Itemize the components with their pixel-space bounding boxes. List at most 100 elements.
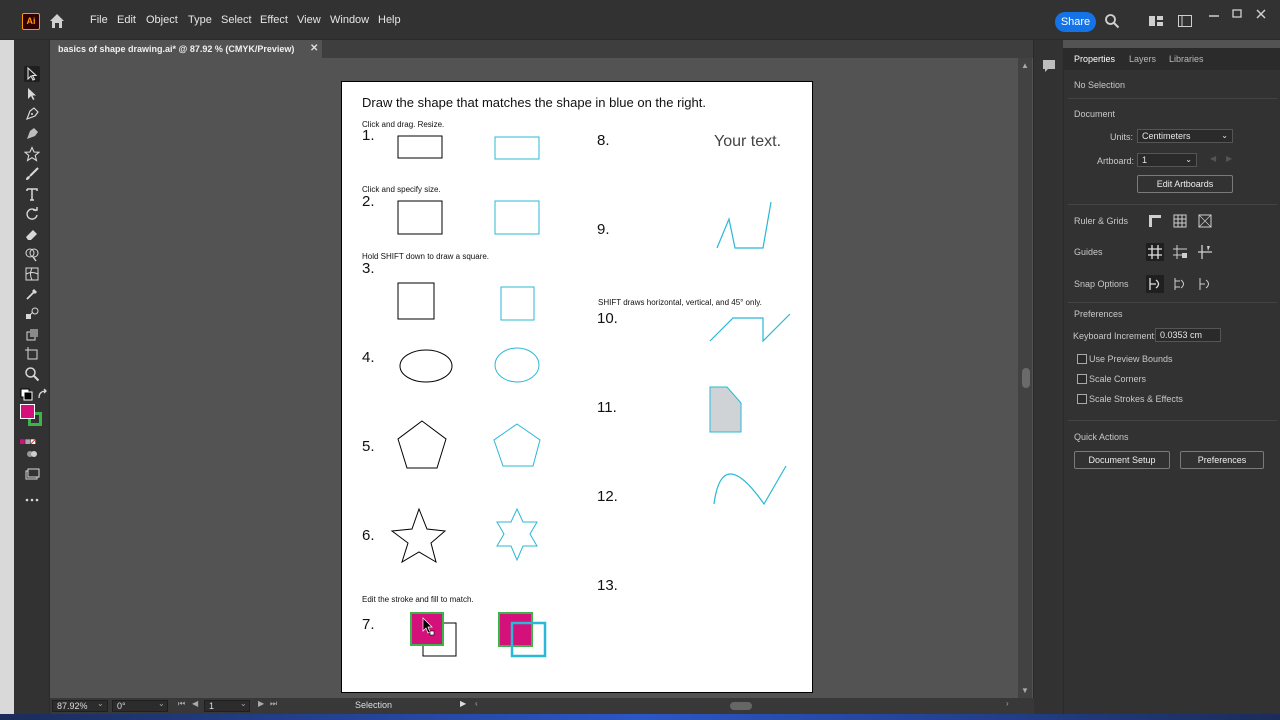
- eyedropper-tool-icon[interactable]: [24, 286, 40, 302]
- artboard-select[interactable]: 1 ⌄: [1137, 153, 1197, 167]
- target-front-square[interactable]: [498, 612, 533, 647]
- tab-layers[interactable]: Layers: [1129, 54, 1156, 64]
- snap-to-grid-icon[interactable]: [1171, 275, 1189, 293]
- vertical-scrollbar[interactable]: ▲ ▼: [1018, 58, 1032, 698]
- selection-tool-icon[interactable]: [24, 66, 40, 82]
- target-clipped-rectangle[interactable]: [709, 386, 742, 433]
- rotate-tool-icon[interactable]: [24, 206, 40, 222]
- drawn-square[interactable]: [397, 282, 435, 320]
- artboard-tool-icon[interactable]: [24, 346, 40, 362]
- next-artboard-icon[interactable]: ▶: [1226, 154, 1232, 163]
- maximize-icon[interactable]: [1229, 6, 1245, 22]
- target-ellipse[interactable]: [494, 347, 540, 383]
- drawn-star[interactable]: [390, 507, 447, 564]
- document-tab[interactable]: basics of shape drawing.ai* @ 87.92 % (C…: [50, 40, 322, 58]
- drawn-rectangle-2[interactable]: [397, 200, 443, 235]
- zoom-tool-icon[interactable]: [24, 366, 40, 382]
- shape-builder-tool-icon[interactable]: [24, 246, 40, 262]
- target-pentagon[interactable]: [493, 423, 541, 467]
- menu-type[interactable]: Type: [188, 14, 212, 26]
- menu-help[interactable]: Help: [378, 14, 401, 26]
- scale-strokes-effects-checkbox[interactable]: [1077, 394, 1087, 404]
- menu-edit[interactable]: Edit: [117, 14, 136, 26]
- minimize-icon[interactable]: [1206, 6, 1222, 22]
- comments-icon[interactable]: [1041, 58, 1057, 74]
- drawing-mode-icon[interactable]: [24, 446, 40, 462]
- color-mode-icons[interactable]: [20, 434, 44, 445]
- arrange-documents-icon[interactable]: [1148, 13, 1164, 29]
- type-tool-icon[interactable]: [24, 186, 40, 202]
- fill-stroke-swatches[interactable]: [20, 404, 50, 430]
- close-tab-icon[interactable]: ✕: [310, 40, 318, 58]
- smart-guides-icon[interactable]: [1196, 243, 1214, 261]
- default-colors-icon[interactable]: [20, 388, 36, 404]
- scroll-up-icon[interactable]: ▲: [1021, 61, 1029, 70]
- chevron-down-icon[interactable]: ⌄: [158, 699, 165, 708]
- units-select[interactable]: Centimeters ⌄: [1137, 129, 1233, 143]
- symbol-sprayer-tool-icon[interactable]: [24, 326, 40, 342]
- use-preview-bounds-checkbox[interactable]: [1077, 354, 1087, 364]
- document-setup-button[interactable]: Document Setup: [1074, 451, 1170, 469]
- menu-file[interactable]: File: [90, 14, 108, 26]
- transparency-grid-icon[interactable]: [1196, 212, 1214, 230]
- eraser-tool-icon[interactable]: [24, 226, 40, 242]
- vertical-scroll-thumb[interactable]: [1022, 368, 1030, 388]
- tab-libraries[interactable]: Libraries: [1169, 54, 1204, 64]
- gradient-mesh-tool-icon[interactable]: [24, 266, 40, 282]
- previous-artboard-icon[interactable]: ◀: [192, 699, 198, 708]
- target-six-point-star[interactable]: [496, 507, 538, 562]
- scroll-down-icon[interactable]: ▼: [1021, 686, 1029, 695]
- close-window-icon[interactable]: [1253, 6, 1269, 22]
- screen-mode-icon[interactable]: [24, 466, 40, 482]
- curvature-tool-icon[interactable]: [24, 126, 40, 142]
- menu-effect[interactable]: Effect: [260, 14, 288, 26]
- edit-artboards-button[interactable]: Edit Artboards: [1137, 175, 1233, 193]
- target-45-degree-line[interactable]: [709, 313, 791, 343]
- star-tool-icon[interactable]: [23, 146, 41, 162]
- swap-colors-icon[interactable]: [36, 388, 48, 404]
- pen-tool-icon[interactable]: [24, 106, 40, 122]
- next-artboard-icon[interactable]: ▶: [258, 699, 264, 708]
- chevron-down-icon[interactable]: ⌄: [97, 699, 104, 708]
- target-square[interactable]: [500, 286, 535, 321]
- first-artboard-icon[interactable]: ⏮: [178, 699, 185, 709]
- menu-select[interactable]: Select: [221, 14, 252, 26]
- status-menu-arrow-icon[interactable]: ▶: [460, 699, 466, 708]
- more-tools-icon[interactable]: [24, 492, 40, 508]
- home-icon[interactable]: [48, 12, 66, 30]
- menu-window[interactable]: Window: [330, 14, 369, 26]
- target-rectangle-2[interactable]: [494, 200, 540, 235]
- menu-view[interactable]: View: [297, 14, 321, 26]
- blend-tool-icon[interactable]: [24, 306, 40, 322]
- lock-guides-icon[interactable]: [1171, 243, 1189, 261]
- target-zigzag-line[interactable]: [716, 201, 772, 249]
- target-rectangle-1[interactable]: [494, 136, 540, 160]
- scale-corners-checkbox[interactable]: [1077, 374, 1087, 384]
- keyboard-increment-input[interactable]: 0.0353 cm: [1155, 328, 1221, 342]
- grid-icon[interactable]: [1171, 212, 1189, 230]
- paintbrush-tool-icon[interactable]: [24, 166, 40, 182]
- direct-selection-tool-icon[interactable]: [24, 86, 40, 102]
- drawn-pentagon[interactable]: [397, 420, 447, 469]
- drawn-rectangle-1[interactable]: [397, 135, 443, 159]
- drawn-ellipse[interactable]: [399, 349, 453, 383]
- snap-to-pixel-icon[interactable]: [1196, 275, 1214, 293]
- preferences-button[interactable]: Preferences: [1180, 451, 1264, 469]
- menu-object[interactable]: Object: [146, 14, 178, 26]
- tab-properties[interactable]: Properties: [1074, 54, 1115, 64]
- horizontal-scroll-thumb[interactable]: [730, 702, 752, 710]
- search-icon[interactable]: [1104, 13, 1120, 29]
- show-guides-icon[interactable]: [1146, 243, 1164, 261]
- last-artboard-icon[interactable]: ⏭: [270, 699, 277, 709]
- ruler-icon[interactable]: [1146, 212, 1164, 230]
- previous-artboard-icon[interactable]: ◀: [1210, 154, 1216, 163]
- snap-to-point-icon[interactable]: [1146, 275, 1164, 293]
- workspace-switcher-icon[interactable]: [1177, 13, 1193, 29]
- fill-swatch[interactable]: [20, 404, 35, 419]
- target-curve-line[interactable]: [713, 465, 787, 506]
- artboard[interactable]: Draw the shape that matches the shape in…: [341, 81, 813, 693]
- chevron-down-icon[interactable]: ⌄: [240, 699, 247, 708]
- scroll-right-icon[interactable]: ›: [1006, 699, 1009, 708]
- share-button[interactable]: Share: [1055, 12, 1096, 32]
- scroll-left-icon[interactable]: ‹: [475, 699, 478, 708]
